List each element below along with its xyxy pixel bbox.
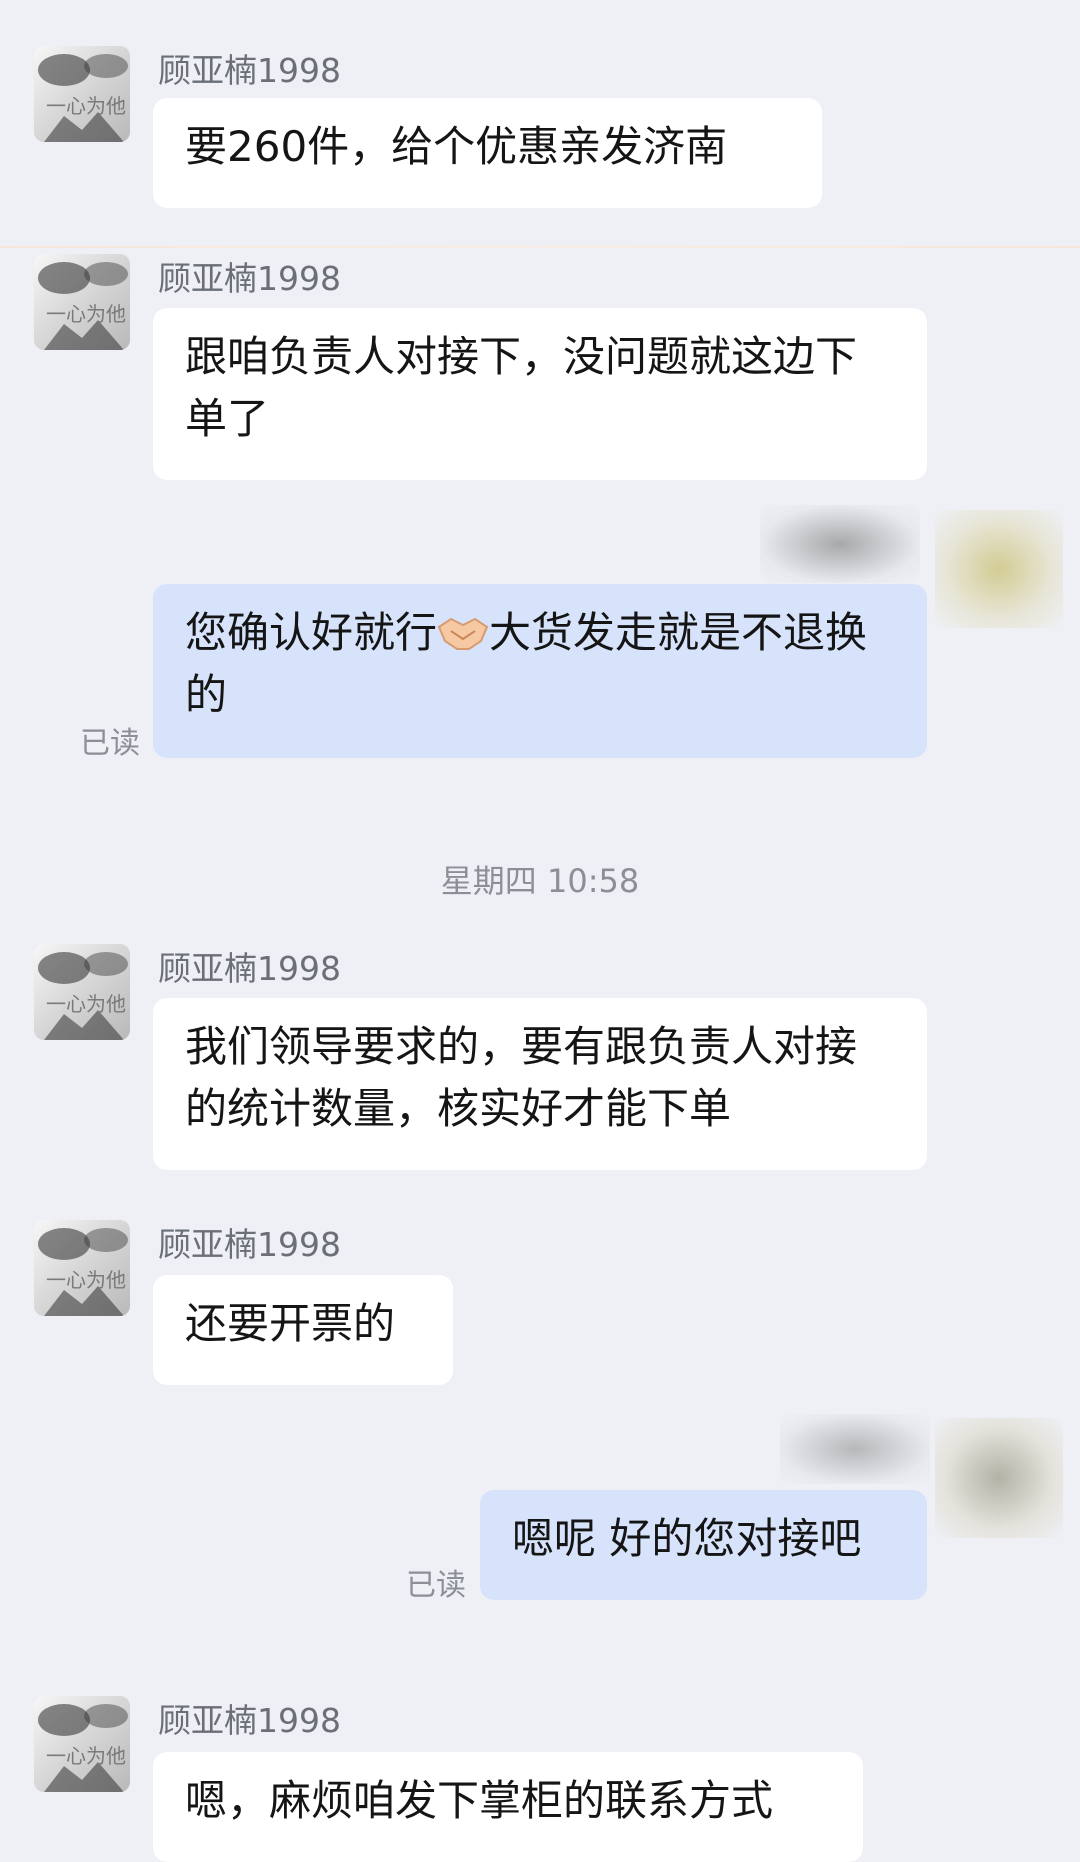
sender-name: 顾亚楠1998	[158, 259, 341, 298]
sender-name: 顾亚楠1998	[158, 51, 341, 90]
sender-avatar[interactable]: 一心为他	[34, 1220, 130, 1316]
redacted-name-blur	[780, 1414, 930, 1484]
my-avatar[interactable]	[935, 1418, 1063, 1538]
read-receipt: 已读	[406, 1568, 466, 1603]
avatar-label: 一心为他	[46, 992, 126, 1016]
sender-name: 顾亚楠1998	[158, 1225, 341, 1264]
sender-name: 顾亚楠1998	[158, 1701, 341, 1740]
my-avatar[interactable]	[935, 510, 1063, 628]
my-message-bubble[interactable]: 嗯呢 好的您对接吧	[480, 1490, 927, 1600]
message-bubble[interactable]: 我们领导要求的，要有跟负责人对接的统计数量，核实好才能下单	[153, 998, 927, 1170]
sender-name: 顾亚楠1998	[158, 949, 341, 988]
message-text: 您确认好就行	[185, 608, 438, 657]
avatar-label: 一心为他	[46, 1268, 126, 1292]
sender-avatar[interactable]: 一心为他	[34, 46, 130, 142]
sender-avatar[interactable]: 一心为他	[34, 1696, 130, 1792]
message-bubble[interactable]: 还要开票的	[153, 1275, 453, 1385]
sender-avatar[interactable]: 一心为他	[34, 254, 130, 350]
avatar-label: 一心为他	[46, 302, 126, 326]
message-bubble[interactable]: 要260件，给个优惠亲发济南	[153, 98, 822, 208]
chat-area[interactable]: 一心为他 顾亚楠1998 要260件，给个优惠亲发济南 一心为他 顾亚楠1998…	[0, 0, 1080, 1862]
my-message-bubble[interactable]: 您确认好就行 大货发走就是不退换的	[153, 584, 927, 758]
divider	[0, 246, 1080, 248]
sender-avatar[interactable]: 一心为他	[34, 944, 130, 1040]
avatar-label: 一心为他	[46, 1744, 126, 1768]
avatar-label: 一心为他	[46, 94, 126, 118]
message-bubble[interactable]: 嗯，麻烦咱发下掌柜的联系方式	[153, 1752, 863, 1862]
timestamp: 星期四 10:58	[440, 862, 640, 900]
read-receipt: 已读	[80, 726, 140, 761]
redacted-name-blur	[760, 505, 920, 583]
handshake-emoji-icon	[437, 617, 489, 650]
message-bubble[interactable]: 跟咱负责人对接下，没问题就这边下单了	[153, 308, 927, 480]
